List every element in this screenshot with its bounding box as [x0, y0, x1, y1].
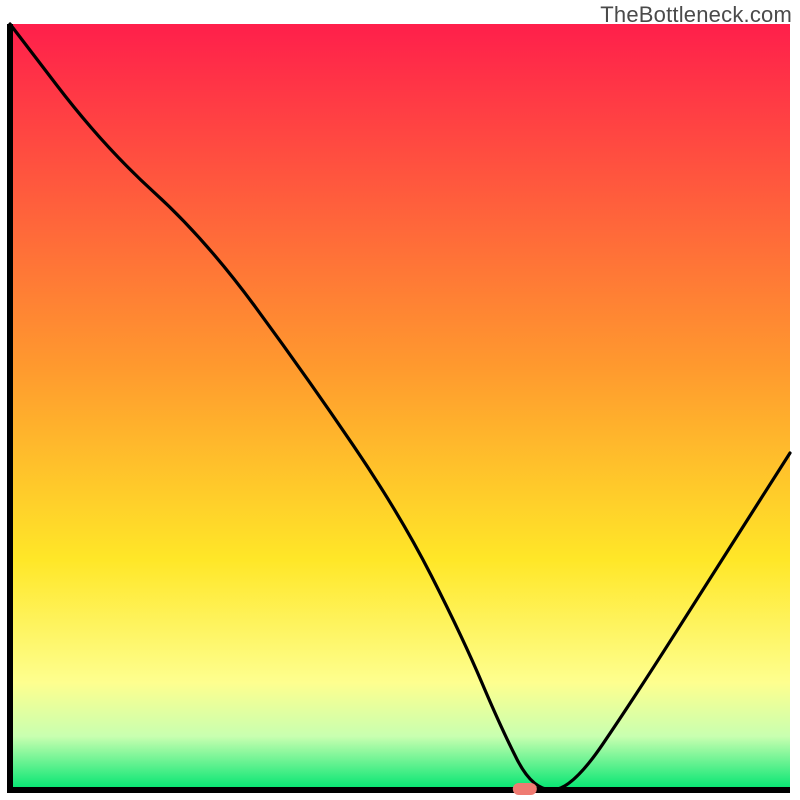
chart-container: TheBottleneck.com: [0, 0, 800, 800]
gradient-background: [10, 24, 790, 790]
bottleneck-chart: [0, 0, 800, 800]
optimal-marker: [513, 783, 537, 795]
